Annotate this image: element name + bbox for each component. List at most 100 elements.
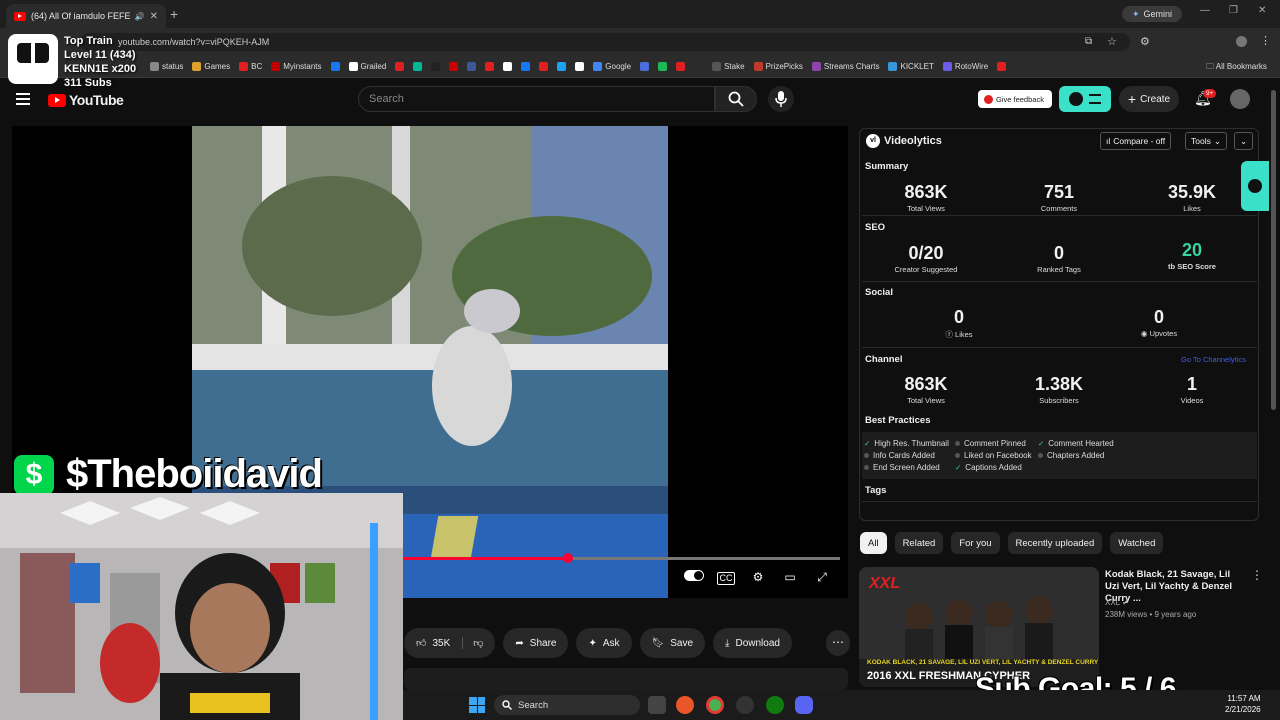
bookmark-item[interactable]: PrizePicks bbox=[753, 62, 803, 71]
browser-tab[interactable]: (64) All Of iamdulo FEFE Th 🔊 ✕ bbox=[6, 4, 166, 28]
tab-close-icon[interactable]: ✕ bbox=[150, 11, 158, 22]
install-icon[interactable]: ⧉ bbox=[1085, 36, 1092, 47]
bookmark-item[interactable]: RotoWire bbox=[942, 62, 988, 71]
settings-gear-icon[interactable]: ⚙ bbox=[749, 570, 767, 586]
bookmark-item[interactable]: KICKLET bbox=[888, 62, 934, 71]
profile-avatar[interactable] bbox=[1236, 36, 1247, 47]
save-button[interactable]: 🔖︎ Save bbox=[639, 628, 706, 658]
more-actions-button[interactable]: ⋯ bbox=[826, 630, 850, 656]
channel-name[interactable]: XXL bbox=[1105, 598, 1120, 607]
ask-button[interactable]: ✦ Ask bbox=[576, 628, 632, 658]
taskbar-search[interactable]: Search bbox=[494, 695, 640, 715]
bookmark-item[interactable] bbox=[539, 62, 549, 71]
theater-mode-icon[interactable]: ▭ bbox=[781, 570, 799, 586]
dislike-icon[interactable]: 👎︎ bbox=[462, 637, 483, 649]
best-practice-item: Comment Pinned bbox=[955, 439, 1026, 448]
bookmark-item[interactable]: Grailed bbox=[348, 62, 386, 71]
bookmark-item[interactable] bbox=[676, 62, 686, 71]
bookmark-item[interactable]: status bbox=[150, 62, 183, 71]
recommended-thumbnail[interactable]: XXL KODAK BLACK, 21 SAVAGE, LIL UZI VERT… bbox=[859, 567, 1099, 687]
video-menu-icon[interactable]: ⋮ bbox=[1251, 568, 1263, 582]
account-avatar[interactable] bbox=[1230, 89, 1250, 109]
system-clock[interactable]: 11:57 AM 2/21/2026 bbox=[1225, 693, 1261, 715]
videolytics-toggle-button[interactable] bbox=[1059, 86, 1111, 112]
extensions-icon[interactable]: ⚙ bbox=[1140, 35, 1150, 48]
bookmark-item[interactable] bbox=[575, 62, 585, 71]
bookmark-item[interactable] bbox=[413, 62, 423, 71]
chip-recently-uploaded[interactable]: Recently uploaded bbox=[1007, 532, 1103, 554]
chevron-down-icon: ⌄ bbox=[1240, 135, 1248, 146]
compare-button[interactable]: ıl Compare - off bbox=[1100, 132, 1172, 150]
captions-icon[interactable]: CC bbox=[717, 572, 735, 585]
bookmark-star-icon[interactable]: ☆ bbox=[1107, 35, 1117, 48]
best-practices-heading: Best Practices bbox=[865, 415, 931, 426]
xbox-icon[interactable] bbox=[766, 696, 784, 714]
channelytics-link[interactable]: Go To Channelytics bbox=[1181, 355, 1246, 364]
bookmark-item[interactable] bbox=[658, 62, 668, 71]
audio-icon[interactable]: 🔊 bbox=[135, 12, 145, 21]
bookmark-item[interactable]: BC bbox=[239, 62, 262, 71]
search-button[interactable] bbox=[715, 86, 757, 112]
bookmark-item[interactable] bbox=[330, 62, 340, 71]
new-tab-icon[interactable]: + bbox=[170, 6, 178, 22]
videolytics-side-tab[interactable] bbox=[1241, 161, 1269, 211]
youtube-logo[interactable]: YouTube bbox=[48, 92, 124, 108]
bookmark-item[interactable] bbox=[694, 62, 704, 71]
bookmark-item[interactable]: Games bbox=[192, 62, 230, 71]
menu-icon[interactable] bbox=[16, 93, 30, 105]
videolytics-logo-icon bbox=[1248, 179, 1262, 193]
voice-search-button[interactable] bbox=[768, 86, 794, 112]
chrome-icon[interactable] bbox=[706, 696, 724, 714]
bookmark-item[interactable] bbox=[449, 62, 459, 71]
like-button[interactable]: 👍︎ 35K 👎︎ bbox=[404, 628, 496, 658]
bookmark-item[interactable] bbox=[503, 62, 513, 71]
check-icon: ✓ bbox=[864, 439, 871, 448]
gemini-button[interactable]: ✦ Gemini bbox=[1122, 6, 1183, 22]
task-view-icon[interactable] bbox=[648, 696, 666, 714]
download-button[interactable]: ⤓ Download bbox=[713, 628, 792, 658]
close-window-icon[interactable]: ✕ bbox=[1258, 5, 1266, 16]
bookmark-favicon-icon bbox=[811, 62, 821, 71]
discord-icon[interactable] bbox=[795, 696, 813, 714]
best-practice-item: Liked on Facebook bbox=[955, 451, 1032, 460]
scrollbar-thumb[interactable] bbox=[1271, 90, 1276, 410]
firefox-icon[interactable] bbox=[676, 696, 694, 714]
bookmark-favicon-icon bbox=[395, 62, 405, 71]
all-bookmarks[interactable]: 🗀 All Bookmarks bbox=[1206, 61, 1267, 75]
bookmark-item[interactable] bbox=[557, 62, 567, 71]
description-box[interactable] bbox=[404, 668, 848, 690]
collapse-button[interactable]: ⌄ bbox=[1234, 132, 1254, 150]
bookmark-item[interactable] bbox=[431, 62, 441, 71]
bookmark-item[interactable] bbox=[485, 62, 495, 71]
bookmark-item[interactable] bbox=[997, 62, 1007, 71]
chip-all[interactable]: All bbox=[860, 532, 887, 554]
bookmark-item[interactable] bbox=[640, 62, 650, 71]
filter-chips: All Related For you Recently uploaded Wa… bbox=[860, 532, 1164, 554]
fullscreen-icon[interactable]: ⤢ bbox=[813, 570, 831, 586]
progress-scrubber[interactable] bbox=[562, 553, 573, 563]
bookmark-item[interactable]: Streams Charts bbox=[811, 62, 879, 71]
windows-start-icon[interactable] bbox=[469, 697, 485, 713]
bookmark-favicon-icon bbox=[676, 62, 686, 71]
browser-menu-icon[interactable]: ⋮ bbox=[1260, 34, 1271, 47]
url-bar[interactable]: youtube.com/watch?v=viPQKEH-AJM bbox=[80, 33, 1130, 51]
bookmark-item[interactable]: Myinstants bbox=[271, 62, 322, 71]
bookmark-item[interactable]: Stake bbox=[712, 62, 745, 71]
bookmark-favicon-icon bbox=[192, 62, 202, 71]
create-button[interactable]: + Create bbox=[1119, 86, 1179, 112]
obs-icon[interactable] bbox=[736, 696, 754, 714]
bookmark-item[interactable]: Google bbox=[593, 62, 631, 71]
bookmark-item[interactable] bbox=[467, 62, 477, 71]
chip-related[interactable]: Related bbox=[894, 532, 944, 554]
share-button[interactable]: ➦ Share bbox=[503, 628, 569, 658]
chip-watched[interactable]: Watched bbox=[1110, 532, 1164, 554]
chip-for-you[interactable]: For you bbox=[951, 532, 1000, 554]
tools-button[interactable]: Tools ⌄ bbox=[1185, 132, 1227, 150]
autoplay-toggle[interactable] bbox=[684, 570, 704, 586]
minimize-icon[interactable]: — bbox=[1200, 5, 1210, 16]
restore-icon[interactable]: ❐ bbox=[1229, 5, 1238, 16]
bookmark-item[interactable] bbox=[395, 62, 405, 71]
search-input[interactable]: Search bbox=[358, 86, 715, 112]
bookmark-item[interactable] bbox=[521, 62, 531, 71]
give-feedback-button[interactable]: Give feedback bbox=[978, 90, 1052, 108]
